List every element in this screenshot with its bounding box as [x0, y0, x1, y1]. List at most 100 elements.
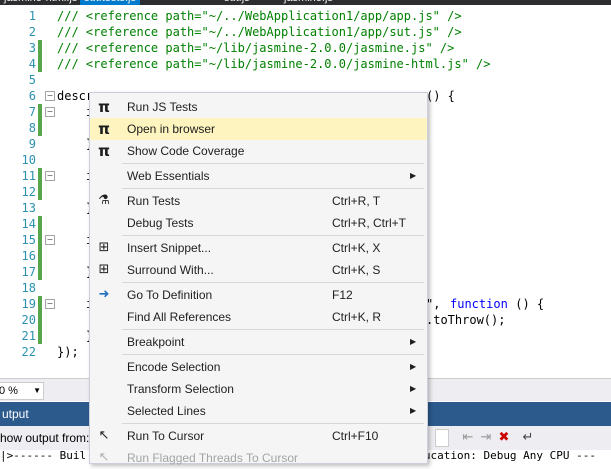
changed-line-marker [38, 104, 42, 120]
changed-line-marker [38, 248, 42, 264]
code-text: } [57, 201, 94, 215]
menu-item-insert-snippet[interactable]: ⊞ Insert Snippet... Ctrl+K, X [90, 237, 427, 259]
go-to-next-message-icon[interactable]: ⇥ [478, 430, 494, 446]
collapse-icon[interactable]: − [45, 235, 55, 245]
menu-item-label: Run Tests [127, 194, 181, 208]
chevron-down-icon: ▼ [33, 386, 41, 395]
submenu-arrow-icon: ▶ [410, 337, 417, 346]
menu-item-open-in-browser[interactable]: π Open in browser [90, 118, 427, 140]
document-tab-bar: jasmine-html.jssut.tests.jssut.jsjasmine… [0, 0, 611, 5]
menu-item-label: Web Essentials [127, 169, 210, 183]
surround-with-icon: ⊞ [98, 262, 110, 277]
menu-separator [122, 282, 424, 283]
menu-item-label: Encode Selection [127, 360, 221, 374]
line-number: 17 [21, 265, 36, 279]
menu-item-go-to-definition[interactable]: ➜ Go To Definition F12 [90, 284, 427, 306]
menu-item-label: Run To Cursor [127, 429, 205, 443]
code-text: }); [57, 345, 79, 359]
line-number: 22 [21, 345, 36, 359]
line-number: 14 [21, 217, 36, 231]
menu-item-label: Go To Definition [127, 288, 213, 302]
line-number: 11 [21, 169, 36, 183]
changed-line-marker [38, 328, 42, 344]
collapse-icon[interactable]: − [45, 91, 55, 101]
zoom-dropdown[interactable]: 0 % ▼ [0, 382, 44, 400]
menu-item-show-code-coverage[interactable]: π Show Code Coverage [90, 140, 427, 162]
menu-item-run-flagged-threads-to-cursor: ↖ Run Flagged Threads To Cursor [90, 447, 427, 469]
go-to-definition-icon: ➜ [98, 287, 110, 302]
code-text: i [57, 297, 94, 311]
context-menu: π Run JS Tests π Open in browser π Show Code … [89, 92, 428, 465]
tab-2[interactable]: sut.js [220, 0, 254, 5]
menu-item-web-essentials[interactable]: Web Essentials ▶ [90, 165, 427, 187]
code-text: /// <reference path="~/../WebApplication… [57, 9, 462, 23]
menu-item-run-js-tests[interactable]: π Run JS Tests [90, 96, 427, 118]
chutzpah-icon: π [98, 98, 110, 116]
menu-item-shortcut: Ctrl+K, S [332, 263, 381, 277]
code-line[interactable]: 5 [0, 72, 611, 88]
code-text: } [57, 265, 94, 279]
code-keyword: function [450, 297, 508, 311]
menu-separator [122, 235, 424, 236]
clear-all-icon[interactable]: ✖ [496, 430, 512, 446]
code-text-tail: .toThrow(); [426, 313, 506, 327]
menu-separator [122, 329, 424, 330]
menu-item-encode-selection[interactable]: Encode Selection ▶ [90, 356, 427, 378]
menu-item-label: Breakpoint [127, 335, 185, 349]
menu-item-debug-tests[interactable]: Debug Tests Ctrl+R, Ctrl+T [90, 212, 427, 234]
menu-item-run-tests[interactable]: ⚗ Run Tests Ctrl+R, T [90, 190, 427, 212]
menu-item-label: Debug Tests [127, 216, 194, 230]
collapse-icon[interactable]: − [45, 299, 55, 309]
menu-separator [122, 188, 424, 189]
tab-1[interactable]: sut.tests.js [80, 0, 140, 5]
menu-item-label: Surround With... [127, 263, 214, 277]
code-line[interactable]: 4 /// <reference path="~/lib/jasmine-2.0.… [0, 56, 611, 72]
show-output-from-label: how output from: [0, 431, 90, 445]
tab-3[interactable]: jasmine.js [280, 0, 337, 5]
changed-line-marker [38, 312, 42, 328]
output-panel-title-text: utput [2, 407, 29, 421]
line-number: 6 [28, 89, 36, 103]
code-line[interactable]: 2 /// <reference path="~/../WebApplicatio… [0, 24, 611, 40]
line-number: 5 [28, 73, 36, 87]
menu-item-label: Find All References [127, 310, 232, 324]
menu-item-selected-lines[interactable]: Selected Lines ▶ [90, 400, 427, 422]
menu-item-transform-selection[interactable]: Transform Selection ▶ [90, 378, 427, 400]
line-number: 19 [21, 297, 36, 311]
menu-item-shortcut: Ctrl+K, R [332, 310, 382, 324]
code-line[interactable]: 3 /// <reference path="~/lib/jasmine-2.0.… [0, 40, 611, 56]
menu-item-surround-with[interactable]: ⊞ Surround With... Ctrl+K, S [90, 259, 427, 281]
code-text: } [57, 329, 94, 343]
menu-item-breakpoint[interactable]: Breakpoint ▶ [90, 331, 427, 353]
code-text: i [57, 233, 94, 247]
submenu-arrow-icon: ▶ [410, 406, 417, 415]
code-text: /// <reference path="~/lib/jasmine-2.0.0… [57, 41, 455, 55]
menu-separator [122, 423, 424, 424]
submenu-arrow-icon: ▶ [410, 171, 417, 180]
word-wrap-icon[interactable]: ↵ [520, 430, 536, 446]
menu-item-find-all-references[interactable]: Find All References Ctrl+K, R [90, 306, 427, 328]
go-to-previous-message-icon[interactable]: ⇤ [460, 430, 476, 446]
cursor-icon: ↖ [98, 428, 110, 443]
code-text-tail: ", [426, 297, 448, 311]
menu-item-shortcut: Ctrl+K, X [332, 241, 381, 255]
collapse-icon[interactable]: − [45, 171, 55, 181]
code-text: } [57, 137, 94, 151]
menu-item-label: Insert Snippet... [127, 241, 212, 255]
line-number: 8 [28, 121, 36, 135]
cursor-icon: ↖ [98, 450, 110, 465]
menu-separator [122, 354, 424, 355]
line-number: 2 [28, 25, 36, 39]
line-number: 16 [21, 249, 36, 263]
menu-item-run-to-cursor[interactable]: ↖ Run To Cursor Ctrl+F10 [90, 425, 427, 447]
output-source-dropdown[interactable] [435, 429, 449, 447]
code-text-tail: () { [426, 89, 455, 103]
menu-item-shortcut: Ctrl+R, Ctrl+T [332, 216, 407, 230]
code-line[interactable]: 1 /// <reference path="~/../WebApplicatio… [0, 8, 611, 24]
line-number: 15 [21, 233, 36, 247]
line-number: 9 [28, 137, 36, 151]
submenu-arrow-icon: ▶ [410, 384, 417, 393]
menu-item-shortcut: Ctrl+F10 [332, 429, 379, 443]
collapse-icon[interactable]: − [45, 107, 55, 117]
changed-line-marker [38, 56, 42, 72]
